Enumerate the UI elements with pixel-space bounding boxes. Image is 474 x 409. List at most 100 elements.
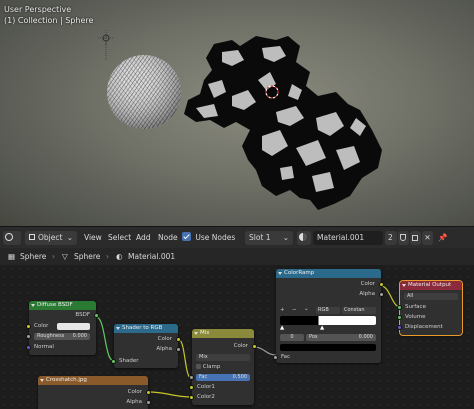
output-socket[interactable] [94, 313, 99, 318]
menu-view[interactable]: View [84, 231, 102, 245]
stop-index-field[interactable]: 0 [280, 334, 304, 341]
interpolation-dropdown[interactable]: Constan [342, 307, 376, 314]
pin-icon: 📌 [438, 233, 448, 242]
use-nodes-checkbox[interactable] [182, 232, 191, 241]
output-socket[interactable] [379, 282, 384, 287]
node-image-texture[interactable]: Crosshatch.jpg Color Alpha [38, 376, 151, 409]
socket-label: BSDF [75, 312, 90, 318]
color-ramp-gradient[interactable] [280, 316, 376, 325]
output-socket[interactable] [176, 337, 181, 342]
input-socket[interactable] [26, 345, 31, 350]
blob-object[interactable] [184, 36, 382, 210]
field-value: 0 [290, 334, 294, 340]
input-socket[interactable] [397, 305, 402, 310]
input-socket[interactable] [189, 375, 194, 380]
light-object[interactable] [98, 30, 114, 60]
input-socket[interactable] [26, 334, 31, 339]
color-mode-dropdown[interactable]: RGB [316, 307, 340, 314]
field-label: Fac [199, 374, 208, 380]
node-colorramp[interactable]: ColorRamp Color Alpha + − ⌄ RGB Constan … [273, 269, 384, 363]
menu-select[interactable]: Select [108, 231, 131, 245]
material-browse-button[interactable] [297, 231, 311, 245]
clamp-checkbox[interactable] [196, 364, 201, 369]
object-icon [29, 234, 35, 240]
dropdown-value: Mix [199, 354, 208, 360]
chevron-down-icon[interactable]: ⌄ [304, 306, 309, 312]
node-header[interactable]: Mix [192, 329, 254, 338]
fac-field[interactable]: Fac 0.500 [196, 374, 250, 381]
object-mode-dropdown[interactable]: Object ⌄ [25, 231, 77, 245]
node-header[interactable]: Material Output [400, 281, 462, 290]
breadcrumb-separator-icon: › [52, 252, 55, 261]
breadcrumb-object: Sphere [20, 252, 47, 261]
color-swatch[interactable] [57, 323, 90, 330]
output-socket[interactable] [146, 400, 151, 405]
socket-label: Fac [281, 354, 291, 360]
roughness-field[interactable]: Roughness 0.000 [34, 333, 90, 340]
remove-stop-button[interactable]: − [292, 307, 297, 313]
unlink-material-button[interactable]: ✕ [422, 231, 433, 245]
target-dropdown[interactable]: All [404, 293, 458, 300]
input-socket[interactable] [189, 395, 194, 400]
link-mix-ramp [253, 346, 277, 356]
input-socket[interactable] [397, 325, 402, 330]
socket-label: Color [233, 343, 248, 349]
node-editor-header: Object ⌄ View Select Add Node Use Nodes … [0, 226, 474, 248]
socket-label: Alpha [156, 346, 172, 352]
fake-user-button[interactable] [398, 231, 409, 245]
checkbox-label: Clamp [202, 364, 221, 370]
object-mode-label: Object [38, 233, 63, 242]
clamp-toggle[interactable]: Clamp [196, 364, 220, 370]
node-material-output[interactable]: Material Output All Surface Volume Displ… [397, 280, 463, 336]
node-header[interactable]: Shader to RGB [114, 324, 178, 333]
socket-label: Normal [34, 344, 54, 350]
user-count-button[interactable]: 2 [385, 231, 397, 245]
output-socket[interactable] [252, 344, 257, 349]
ramp-stop-handle[interactable]: ▲ [280, 325, 284, 331]
stop-color-swatch[interactable] [280, 344, 376, 351]
node-header[interactable]: Crosshatch.jpg [38, 376, 148, 385]
node-mix[interactable]: Mix Color Mix Clamp Fac 0.500 Color1 Col… [189, 329, 257, 405]
input-socket[interactable] [273, 355, 278, 360]
input-socket[interactable] [26, 324, 31, 329]
socket-label: Color [360, 281, 375, 287]
input-socket[interactable] [111, 359, 116, 364]
editor-type-selector[interactable] [3, 231, 21, 245]
material-name-text: Material.001 [317, 233, 365, 242]
breadcrumb: ▦ Sphere › ▽ Sphere › ◐ Material.001 [0, 248, 474, 265]
object-data-icon: ▦ [8, 252, 16, 261]
output-socket[interactable] [146, 390, 151, 395]
use-nodes-toggle[interactable]: Use Nodes [182, 231, 235, 245]
input-socket[interactable] [397, 315, 402, 320]
viewport-title: User Perspective [4, 5, 72, 14]
close-icon: ✕ [424, 233, 431, 242]
crosshatch-sphere[interactable] [107, 55, 181, 129]
output-socket[interactable] [176, 347, 181, 352]
add-stop-button[interactable]: + [280, 307, 285, 313]
ramp-stop-handle[interactable]: ▲ [320, 325, 324, 331]
socket-label: Displacement [405, 324, 443, 330]
duplicate-material-button[interactable] [410, 231, 421, 245]
dropdown-value: All [407, 293, 414, 299]
pin-button[interactable]: 📌 [438, 231, 448, 245]
viewport-subtitle: (1) Collection | Sphere [4, 16, 94, 25]
3d-viewport[interactable]: User Perspective (1) Collection | Sphere [0, 0, 474, 226]
slot-label: Slot 1 [249, 233, 271, 242]
input-socket[interactable] [189, 385, 194, 390]
slot-dropdown[interactable]: Slot 1 ⌄ [245, 231, 293, 245]
node-diffuse-bsdf[interactable]: Diffuse BSDF BSDF Color Roughness 0.000 … [26, 301, 99, 355]
node-shader-to-rgb[interactable]: Shader to RGB Color Alpha Shader [111, 324, 181, 368]
output-socket[interactable] [379, 292, 384, 297]
blend-mode-dropdown[interactable]: Mix [196, 354, 250, 361]
pos-field[interactable]: Pos 0.000 [306, 334, 376, 341]
socket-label: Volume [405, 314, 426, 320]
socket-label: Shader [119, 358, 139, 364]
node-canvas[interactable]: Diffuse BSDF BSDF Color Roughness 0.000 … [0, 265, 474, 409]
field-label: Roughness [37, 333, 65, 339]
menu-add[interactable]: Add [136, 231, 151, 245]
menu-node[interactable]: Node [158, 231, 178, 245]
node-header[interactable]: Diffuse BSDF [29, 301, 96, 310]
field-value: 0.000 [358, 334, 373, 340]
node-header[interactable]: ColorRamp [276, 269, 381, 278]
material-name-field[interactable]: Material.001 [313, 231, 383, 245]
